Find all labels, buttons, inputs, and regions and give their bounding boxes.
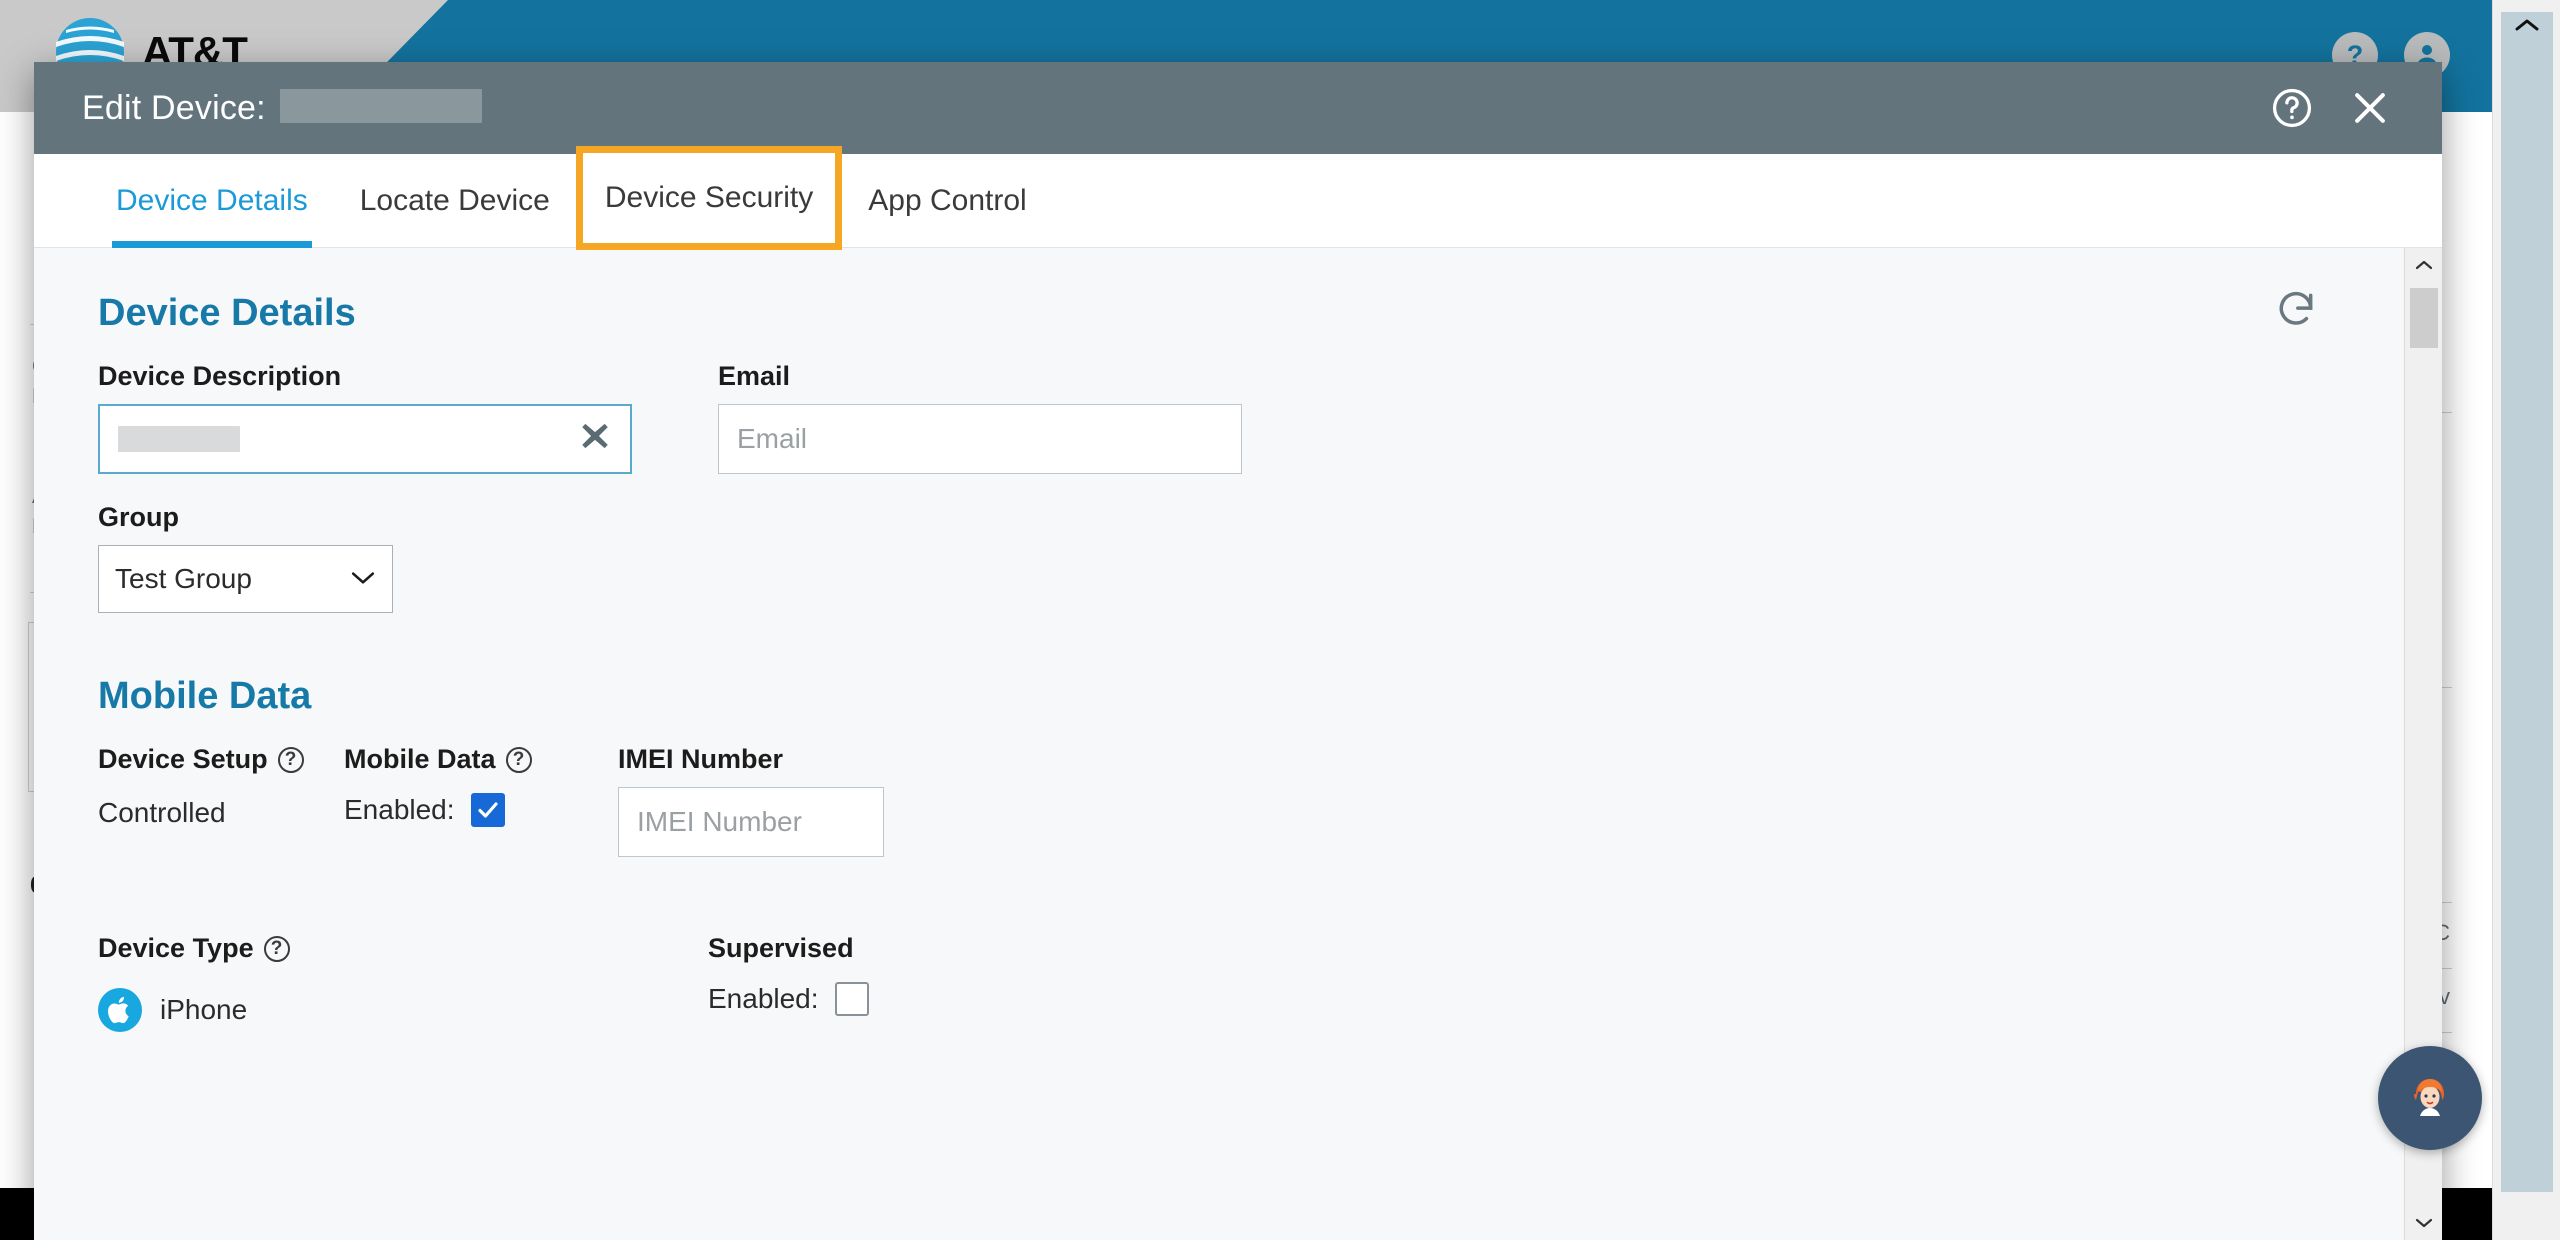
modal-content: Device Details Device Description Email … [34,248,2404,1240]
tab-device-security[interactable]: Device Security [575,146,843,250]
help-circle-icon[interactable]: ? [505,746,532,773]
modal-titlebar: Edit Device: [34,62,2442,154]
device-setup-field: Device Setup ? Controlled [98,744,344,857]
device-setup-label-text: Device Setup [98,744,268,774]
device-type-value-row: iPhone [98,988,708,1032]
support-chat-widget[interactable] [2378,1046,2482,1150]
device-details-row-2: Group Test Group [34,474,2404,613]
edit-device-modal: Edit Device: Device Details Locate Devic… [34,62,2442,1240]
device-type-row: Device Type ? iPhone Supervised Enabled: [34,933,2404,1032]
mobile-data-section-title: Mobile Data [98,675,312,717]
clear-x-icon[interactable] [578,419,612,459]
modal-scrollbar-thumb[interactable] [2410,288,2438,348]
mobile-data-toggle-label-text: Mobile Data [344,744,496,774]
titlebar-buttons [2270,86,2412,130]
device-description-label-text: Device Description [98,361,342,391]
mobile-data-enabled-label: Enabled: [344,794,455,825]
imei-label: IMEI Number [618,744,884,775]
tab-locate-device-label: Locate Device [359,184,550,217]
modal-tabs: Device Details Locate Device Device Secu… [34,146,2442,250]
mobile-data-row: Device Setup ? Controlled Mobile Data ? … [34,744,2404,857]
email-placeholder: Email [737,423,808,454]
tab-device-details[interactable]: Device Details [90,154,334,248]
imei-label-text: IMEI Number [618,744,784,774]
modal-help-icon[interactable] [2270,86,2314,130]
device-details-section-title: Device Details [98,292,356,334]
device-type-label-text: Device Type [98,933,254,963]
modal-title: Edit Device: [82,88,482,128]
device-type-value: iPhone [160,994,248,1025]
device-description-field: Device Description [98,361,632,474]
supervised-enabled-row: Enabled: [708,982,1068,1016]
modal-close-icon[interactable] [2348,86,2392,130]
mobile-data-checkbox[interactable] [470,793,505,827]
help-circle-icon[interactable]: ? [277,746,304,773]
page-scrollbar[interactable] [2492,0,2560,1240]
group-label-text: Group [98,502,179,532]
supervised-label: Supervised [708,933,1068,964]
tab-locate-device[interactable]: Locate Device [334,154,576,248]
group-select[interactable]: Test Group [98,545,393,613]
mobile-data-toggle-label: Mobile Data ? [344,744,584,775]
imei-placeholder: IMEI Number [637,806,802,837]
device-description-label: Device Description [98,361,632,392]
modal-body: Device Details Device Description Email … [34,248,2442,1240]
modal-title-redacted-value [279,88,482,123]
modal-refresh-icon[interactable] [2274,288,2318,337]
tab-device-details-label: Device Details [116,184,308,217]
page-scrollbar-thumb[interactable] [2501,12,2553,1192]
scrollbar-down-arrow-icon[interactable] [2405,1206,2442,1240]
device-description-input[interactable] [98,404,632,474]
device-details-row-1: Device Description Email Email [34,361,2404,474]
tab-app-control[interactable]: App Control [842,154,1052,248]
group-selected-value: Test Group [115,563,252,594]
mobile-data-toggle-field: Mobile Data ? Enabled: [344,744,584,857]
tab-app-control-label: App Control [868,184,1027,217]
apple-logo-icon [98,988,142,1032]
help-circle-icon[interactable]: ? [263,935,290,962]
group-field: Group Test Group [98,502,393,613]
supervised-label-text: Supervised [708,933,854,963]
supervised-field: Supervised Enabled: [708,933,1068,1032]
device-type-field: Device Type ? iPhone [98,933,708,1032]
modal-title-text: Edit Device: [82,88,266,127]
email-label: Email [718,361,1242,392]
imei-field: IMEI Number IMEI Number [618,744,884,857]
email-field: Email Email [718,361,1242,474]
chevron-down-icon [350,566,376,592]
supervised-checkbox[interactable] [834,982,869,1016]
device-setup-label: Device Setup ? [98,744,344,775]
email-label-text: Email [718,361,791,391]
scrollbar-up-arrow-icon[interactable] [2405,248,2442,282]
imei-input[interactable]: IMEI Number [618,787,884,857]
tab-device-security-label: Device Security [604,181,814,214]
page-scroll-up-arrow-icon[interactable] [2509,10,2545,40]
supervised-enabled-label: Enabled: [708,983,819,1014]
mobile-data-enabled-row: Enabled: [344,793,584,827]
device-setup-value: Controlled [98,797,226,828]
support-agent-avatar-icon [2402,1068,2458,1129]
device-description-redacted-value [118,426,240,452]
group-label: Group [98,502,393,533]
device-type-label: Device Type ? [98,933,708,964]
page-root: AT&T ? D GE FIL AP FIL 0 S [0,0,2560,1240]
email-input[interactable]: Email [718,404,1242,474]
